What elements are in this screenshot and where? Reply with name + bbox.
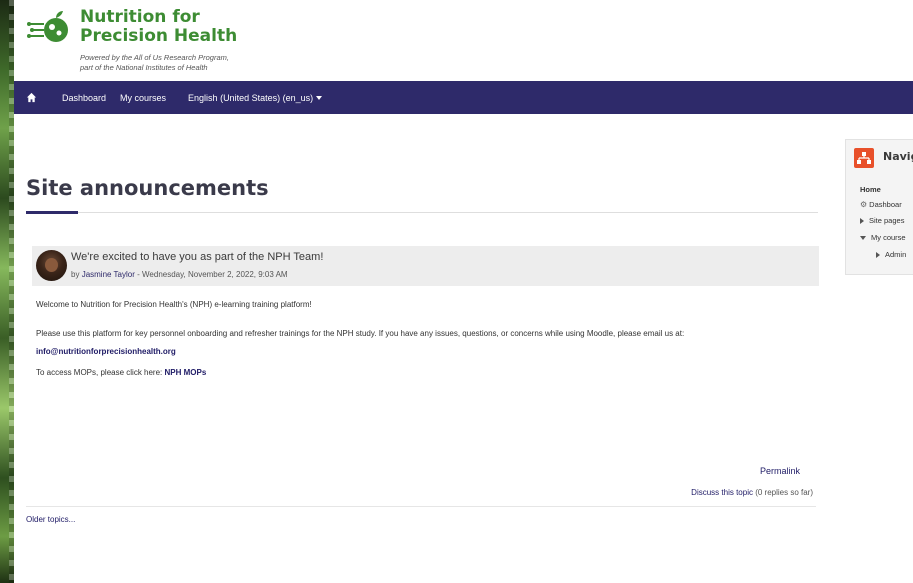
post-header: We're excited to have you as part of the… xyxy=(32,246,819,286)
brand-title-line2: Precision Health xyxy=(80,26,238,46)
brand-title-line1: Nutrition for xyxy=(80,7,200,27)
author-avatar[interactable] xyxy=(36,250,67,281)
post-meta: by Jasmine Taylor - Wednesday, November … xyxy=(71,270,288,279)
nav-my-courses-link[interactable]: My courses xyxy=(120,93,166,103)
post-subject: We're excited to have you as part of the… xyxy=(71,251,324,263)
permalink-link[interactable]: Permalink xyxy=(760,466,800,476)
page-title: Site announcements xyxy=(26,176,269,200)
post-by-label: by xyxy=(71,270,80,279)
nav-tree-my-courses[interactable]: My course xyxy=(860,233,906,242)
nav-dashboard-link[interactable]: Dashboard xyxy=(62,93,106,103)
nav-tree-home[interactable]: Home xyxy=(860,185,881,194)
navigation-block: Navig Home ⚙Dashboar Site pages My cours… xyxy=(845,139,913,275)
nav-tree-admin-label: Admin xyxy=(885,250,907,259)
brand-title: Nutrition for Precision Health xyxy=(80,8,237,46)
site-brand[interactable]: Nutrition for Precision Health Powered b… xyxy=(22,4,322,80)
brand-subtitle: Powered by the All of Us Research Progra… xyxy=(80,53,229,73)
nav-tree-my-courses-label: My course xyxy=(871,233,906,242)
nav-tree-admin[interactable]: Admin xyxy=(876,250,906,259)
language-menu[interactable]: English (United States) (en_us) xyxy=(188,92,323,103)
apple-logo-icon xyxy=(26,10,72,44)
gear-icon: ⚙ xyxy=(860,200,868,209)
brand-subtitle-line2: part of the National Institutes of Healt… xyxy=(80,63,208,72)
brand-subtitle-line1: Powered by the All of Us Research Progra… xyxy=(80,53,229,62)
decorative-leaf-strip xyxy=(0,0,14,583)
expand-icon xyxy=(860,218,864,225)
title-divider xyxy=(26,212,818,213)
caret-down-icon xyxy=(316,96,323,101)
reply-count: (0 replies so far) xyxy=(752,488,813,497)
navigation-block-title: Navig xyxy=(883,150,913,163)
nav-tree-dashboard[interactable]: ⚙ Dashboar xyxy=(860,200,902,209)
post-paragraph-welcome: Welcome to Nutrition for Precision Healt… xyxy=(36,300,312,309)
home-icon[interactable] xyxy=(14,92,48,103)
post-paragraph-email-text: Please use this platform for key personn… xyxy=(36,329,685,338)
language-menu-label: English (United States) (en_us) xyxy=(188,92,314,103)
nav-tree-dashboard-label: Dashboar xyxy=(869,200,902,209)
post-paragraph-mops-text: To access MOPs, please click here: xyxy=(36,368,165,377)
post-paragraph-mops: To access MOPs, please click here: NPH M… xyxy=(36,368,206,377)
discuss-topic-link[interactable]: Discuss this topic xyxy=(691,488,753,497)
sitemap-icon xyxy=(854,148,874,168)
post-date: - Wednesday, November 2, 2022, 9:03 AM xyxy=(134,270,288,279)
top-navbar: Dashboard My courses English (United Sta… xyxy=(14,81,913,114)
collapse-icon xyxy=(860,236,866,241)
nph-mops-link[interactable]: NPH MOPs xyxy=(165,368,207,377)
nav-tree-site-pages-label: Site pages xyxy=(869,216,905,225)
title-accent-bar xyxy=(26,211,78,214)
expand-icon xyxy=(876,252,880,259)
post-footer-divider xyxy=(26,506,816,507)
post-author-link[interactable]: Jasmine Taylor xyxy=(82,270,135,279)
email-link[interactable]: info@nutritionforprecisionhealth.org xyxy=(36,347,176,356)
discuss-topic: Discuss this topic (0 replies so far) xyxy=(691,488,813,497)
nav-tree-site-pages[interactable]: Site pages xyxy=(860,216,904,225)
post-paragraph-email: Please use this platform for key personn… xyxy=(36,325,816,361)
older-topics-link[interactable]: Older topics... xyxy=(26,515,75,524)
